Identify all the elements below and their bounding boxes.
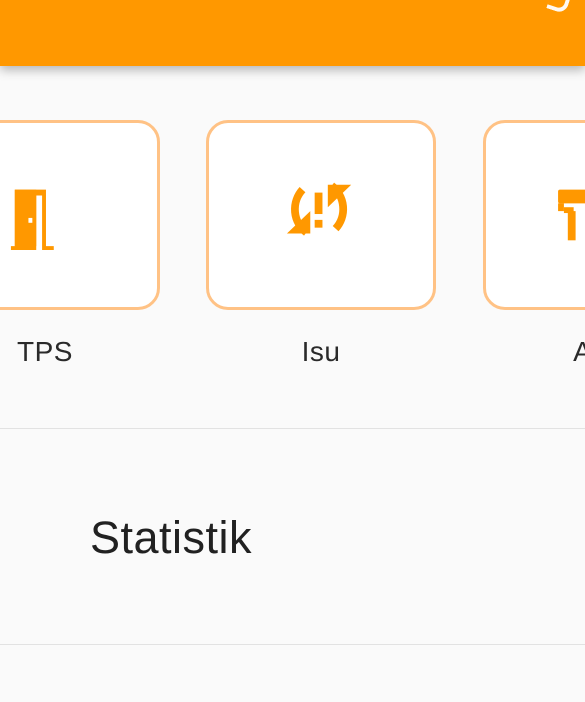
app-bar-partial-icon[interactable] <box>546 0 576 15</box>
door-icon <box>10 189 54 251</box>
statistik-title: Statistik <box>90 512 253 563</box>
menu-label-isu: Isu <box>301 336 341 367</box>
menu-tile-isu[interactable] <box>206 120 436 310</box>
sync-problem-icon <box>286 182 352 236</box>
menu-strip[interactable]: TPS Isu A <box>0 66 585 428</box>
menu-label-asp: Asp <box>573 336 585 367</box>
paint-roller-icon <box>558 189 585 241</box>
app-bar <box>0 0 585 66</box>
divider-top <box>0 428 585 429</box>
divider-bottom <box>0 644 585 645</box>
menu-tile-asp[interactable] <box>483 120 585 310</box>
menu-tile-tps[interactable] <box>0 120 160 310</box>
statistik-row[interactable]: Statistik <box>0 430 585 644</box>
menu-label-tps: TPS <box>17 336 73 367</box>
